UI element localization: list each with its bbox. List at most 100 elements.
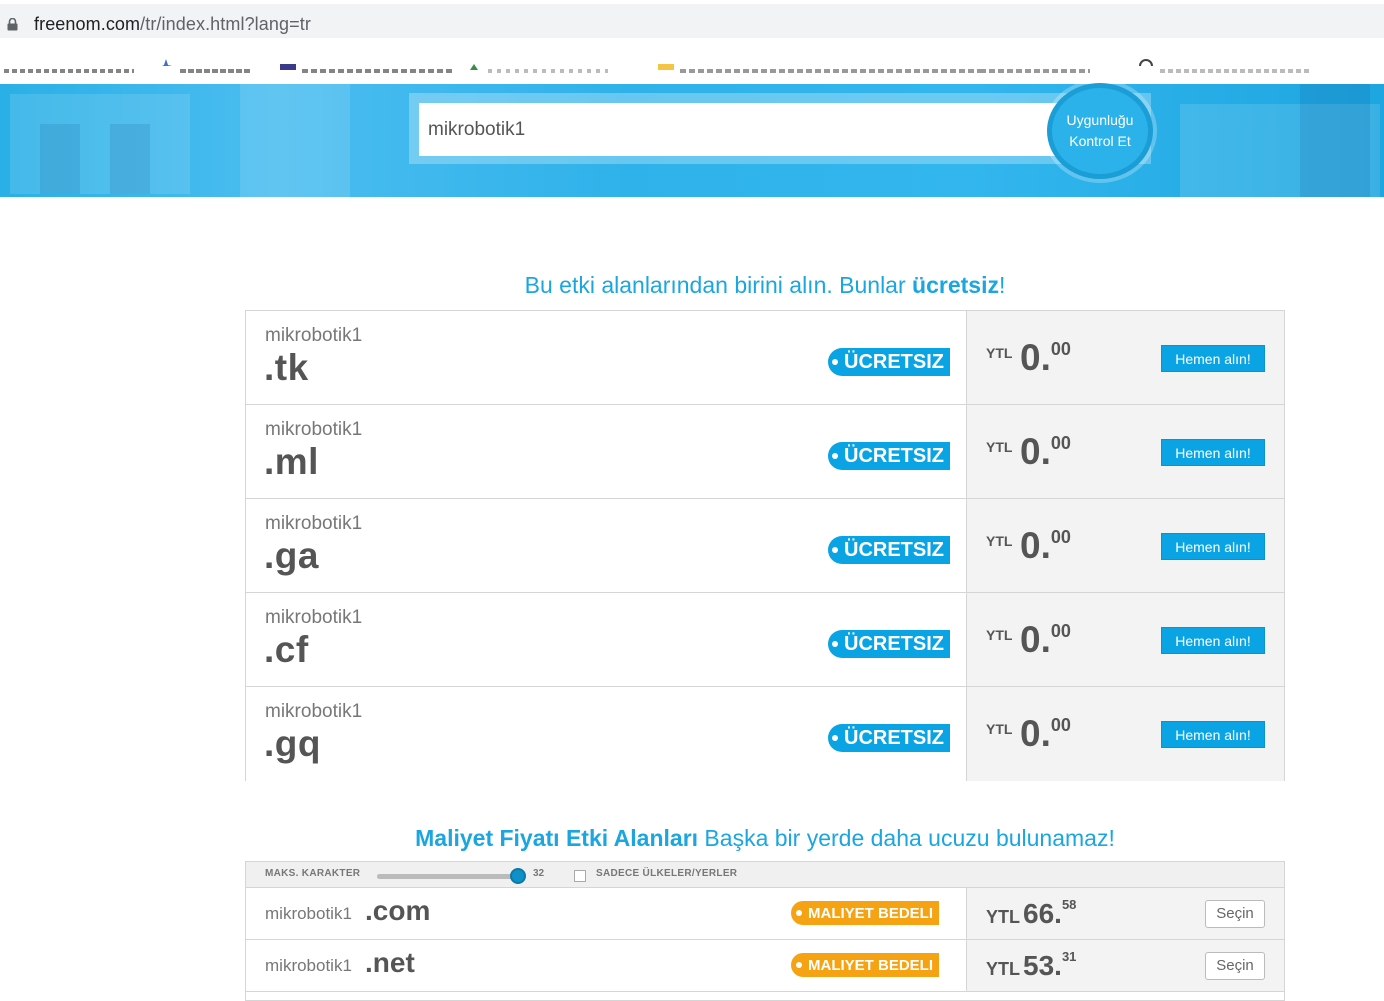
domain-name: mikrobotik1 bbox=[265, 325, 363, 346]
cost-domain-row: mikrobotik1 .net MALIYET BEDELI YTL 53.3… bbox=[246, 940, 1284, 992]
badge-dot-icon bbox=[796, 962, 802, 968]
check-availability-button[interactable]: Uygunluğu Kontrol Et bbox=[1047, 83, 1153, 179]
url-text[interactable]: freenom.com/tr/index.html?lang=tr bbox=[34, 14, 311, 35]
get-now-button[interactable]: Hemen alın! bbox=[1161, 721, 1265, 748]
domain-name: mikrobotik1 bbox=[265, 607, 363, 628]
badge-label: ÜCRETSIZ bbox=[844, 350, 944, 373]
price-cell: YTL 0.00 Hemen alın! bbox=[967, 593, 1284, 686]
domain-search-input[interactable] bbox=[419, 103, 1059, 156]
folder-icon bbox=[658, 64, 674, 70]
get-now-button[interactable]: Hemen alın! bbox=[1161, 627, 1265, 654]
price: 0.00 bbox=[1020, 525, 1071, 566]
max-chars-slider-handle[interactable] bbox=[510, 868, 526, 884]
price-cell: YTL 0.00 Hemen alın! bbox=[967, 311, 1284, 404]
domain-tld: .tk bbox=[264, 347, 309, 388]
price-decimal: 00 bbox=[1050, 432, 1071, 453]
domain-cell: mikrobotik1 .ml ÜCRETSIZ bbox=[246, 405, 967, 498]
domain-cell: mikrobotik1 .ga ÜCRETSIZ bbox=[246, 499, 967, 592]
get-now-button[interactable]: Hemen alın! bbox=[1161, 439, 1265, 466]
get-now-button[interactable]: Hemen alın! bbox=[1161, 345, 1265, 372]
domain-name: mikrobotik1 bbox=[265, 419, 363, 440]
domain-name: mikrobotik1 bbox=[265, 904, 352, 923]
free-domain-row: mikrobotik1 .tk ÜCRETSIZ YTL 0.00 Hemen … bbox=[246, 311, 1284, 405]
badge-dot-icon bbox=[796, 910, 802, 916]
countries-only-label[interactable]: SADECE ÜLKELER/YERLER bbox=[596, 868, 737, 879]
max-chars-slider-track[interactable] bbox=[377, 874, 518, 879]
domain-name: mikrobotik1 bbox=[265, 513, 363, 534]
address-bar: freenom.com/tr/index.html?lang=tr bbox=[0, 0, 1384, 42]
badge-label: ÜCRETSIZ bbox=[844, 444, 944, 467]
badge-dot-icon bbox=[832, 735, 838, 741]
currency: YTL bbox=[986, 721, 1013, 737]
price-integer: 0 bbox=[1020, 431, 1041, 472]
cost-domain-row: mikrobotik1 .com MALIYET BEDELI YTL 66.5… bbox=[246, 888, 1284, 940]
lock-icon[interactable] bbox=[7, 18, 18, 31]
cost-badge: MALIYET BEDELI bbox=[791, 901, 940, 925]
cost-badge: MALIYET BEDELI bbox=[791, 953, 940, 977]
price-integer: 0 bbox=[1020, 619, 1041, 660]
domain-name: mikrobotik1 bbox=[265, 956, 352, 975]
bookmark-item[interactable] bbox=[466, 56, 608, 76]
get-now-button[interactable]: Hemen alın! bbox=[1161, 533, 1265, 560]
site-icon bbox=[280, 64, 296, 70]
price: 66.58 bbox=[1023, 896, 1077, 929]
domain-cell: mikrobotik1 .net MALIYET BEDELI bbox=[246, 940, 967, 991]
badge-label: ÜCRETSIZ bbox=[844, 538, 944, 561]
url-path: /tr/index.html?lang=tr bbox=[140, 14, 311, 34]
badge-label: MALIYET BEDELI bbox=[808, 956, 934, 974]
price-integer: 53 bbox=[1023, 950, 1055, 981]
free-domain-row: mikrobotik1 .gq ÜCRETSIZ YTL 0.00 Hemen … bbox=[246, 687, 1284, 781]
domain-tld: .gq bbox=[264, 723, 321, 764]
price-integer: 0 bbox=[1020, 525, 1041, 566]
filter-bar: MAKS. KARAKTER 32 SADECE ÜLKELER/YERLER bbox=[246, 862, 1284, 888]
price-cell: YTL 0.00 Hemen alın! bbox=[967, 499, 1284, 592]
select-button[interactable]: Seçin bbox=[1205, 952, 1265, 980]
free-domains-heading: Bu etki alanlarından birini alın. Bunlar… bbox=[0, 272, 1384, 299]
domain-tld: .net bbox=[365, 947, 415, 978]
badge-dot-icon bbox=[832, 453, 838, 459]
max-chars-label: MAKS. KARAKTER bbox=[265, 868, 361, 879]
bookmarks-bar bbox=[0, 42, 1384, 84]
bookmark-item[interactable] bbox=[658, 56, 980, 76]
currency: YTL bbox=[986, 959, 1020, 979]
price-integer: 66 bbox=[1023, 898, 1055, 929]
domain-cell: mikrobotik1 .gq ÜCRETSIZ bbox=[246, 687, 967, 781]
currency: YTL bbox=[986, 907, 1020, 927]
badge-label: ÜCRETSIZ bbox=[844, 632, 944, 655]
domain-cell: mikrobotik1 .com MALIYET BEDELI bbox=[246, 888, 967, 939]
bookmark-item[interactable] bbox=[980, 56, 1090, 76]
free-domain-row: mikrobotik1 .ml ÜCRETSIZ YTL 0.00 Hemen … bbox=[246, 405, 1284, 499]
bookmark-item[interactable] bbox=[1138, 56, 1310, 76]
select-button[interactable]: Seçin bbox=[1205, 900, 1265, 928]
price-integer: 0 bbox=[1020, 713, 1041, 754]
bookmark-item[interactable] bbox=[4, 56, 134, 76]
badge-dot-icon bbox=[832, 641, 838, 647]
price-decimal: 00 bbox=[1050, 620, 1071, 641]
star-icon bbox=[162, 59, 172, 66]
badge-label: MALIYET BEDELI bbox=[808, 904, 934, 922]
domain-cell: mikrobotik1 .tk ÜCRETSIZ bbox=[246, 311, 967, 404]
bookmark-item[interactable] bbox=[158, 56, 252, 76]
bookmark-item[interactable] bbox=[280, 56, 452, 76]
price-decimal: 58 bbox=[1061, 896, 1077, 912]
price: 0.00 bbox=[1020, 713, 1071, 754]
site-icon bbox=[1139, 59, 1153, 67]
cost-domains-heading: Maliyet Fiyatı Etki Alanları Başka bir y… bbox=[0, 825, 1384, 852]
hero-backdrop bbox=[1300, 84, 1370, 197]
domain-tld: .ml bbox=[264, 441, 319, 482]
heading-suffix: ! bbox=[998, 272, 1006, 298]
free-badge: ÜCRETSIZ bbox=[828, 630, 950, 658]
countries-only-checkbox[interactable] bbox=[574, 870, 586, 882]
domain-tld: .com bbox=[365, 895, 431, 926]
domain-tld: .cf bbox=[264, 629, 309, 670]
free-domain-list: mikrobotik1 .tk ÜCRETSIZ YTL 0.00 Hemen … bbox=[245, 310, 1285, 781]
hero-backdrop bbox=[110, 124, 150, 194]
price-decimal: 00 bbox=[1050, 338, 1071, 359]
price-cell: YTL 66.58 Seçin bbox=[967, 888, 1284, 939]
price-cell: YTL 0.00 Hemen alın! bbox=[967, 405, 1284, 498]
heading-prefix: Bu etki alanlarından birini alın. Bunlar bbox=[524, 272, 913, 298]
heading-bold: Maliyet Fiyatı Etki Alanları bbox=[415, 825, 699, 851]
badge-label: ÜCRETSIZ bbox=[844, 726, 944, 749]
omnibox[interactable]: freenom.com/tr/index.html?lang=tr bbox=[0, 4, 1384, 38]
free-domain-row: mikrobotik1 .cf ÜCRETSIZ YTL 0.00 Hemen … bbox=[246, 593, 1284, 687]
